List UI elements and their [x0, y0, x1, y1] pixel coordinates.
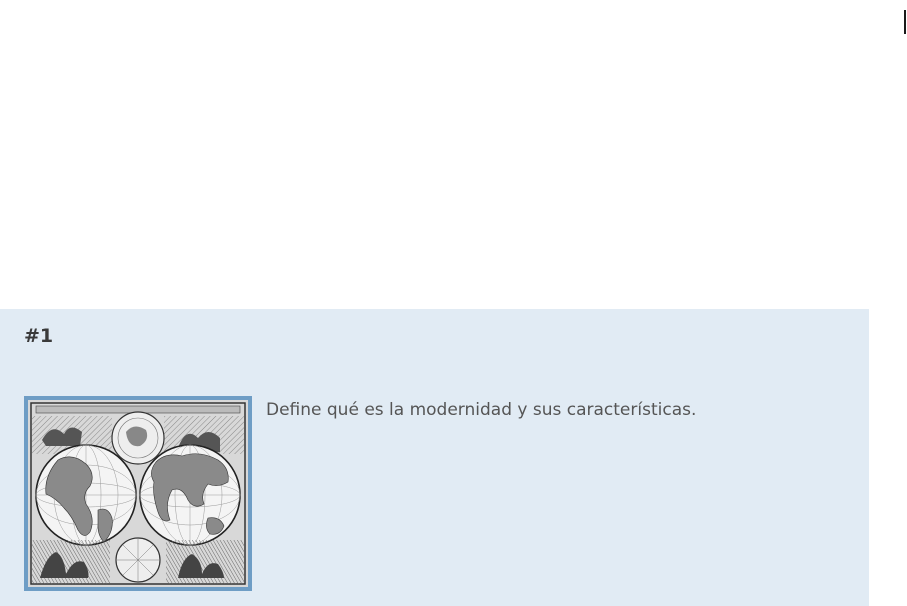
question-text: Define qué es la modernidad y sus caract…: [266, 400, 697, 420]
world-map-engraving-icon: [28, 400, 248, 587]
text-cursor: [904, 10, 906, 34]
question-image[interactable]: [24, 396, 252, 591]
question-number: #1: [24, 325, 54, 347]
question-card: #1 Define qué es la modernidad y sus car…: [0, 309, 869, 606]
page: #1 Define qué es la modernidad y sus car…: [0, 0, 907, 606]
